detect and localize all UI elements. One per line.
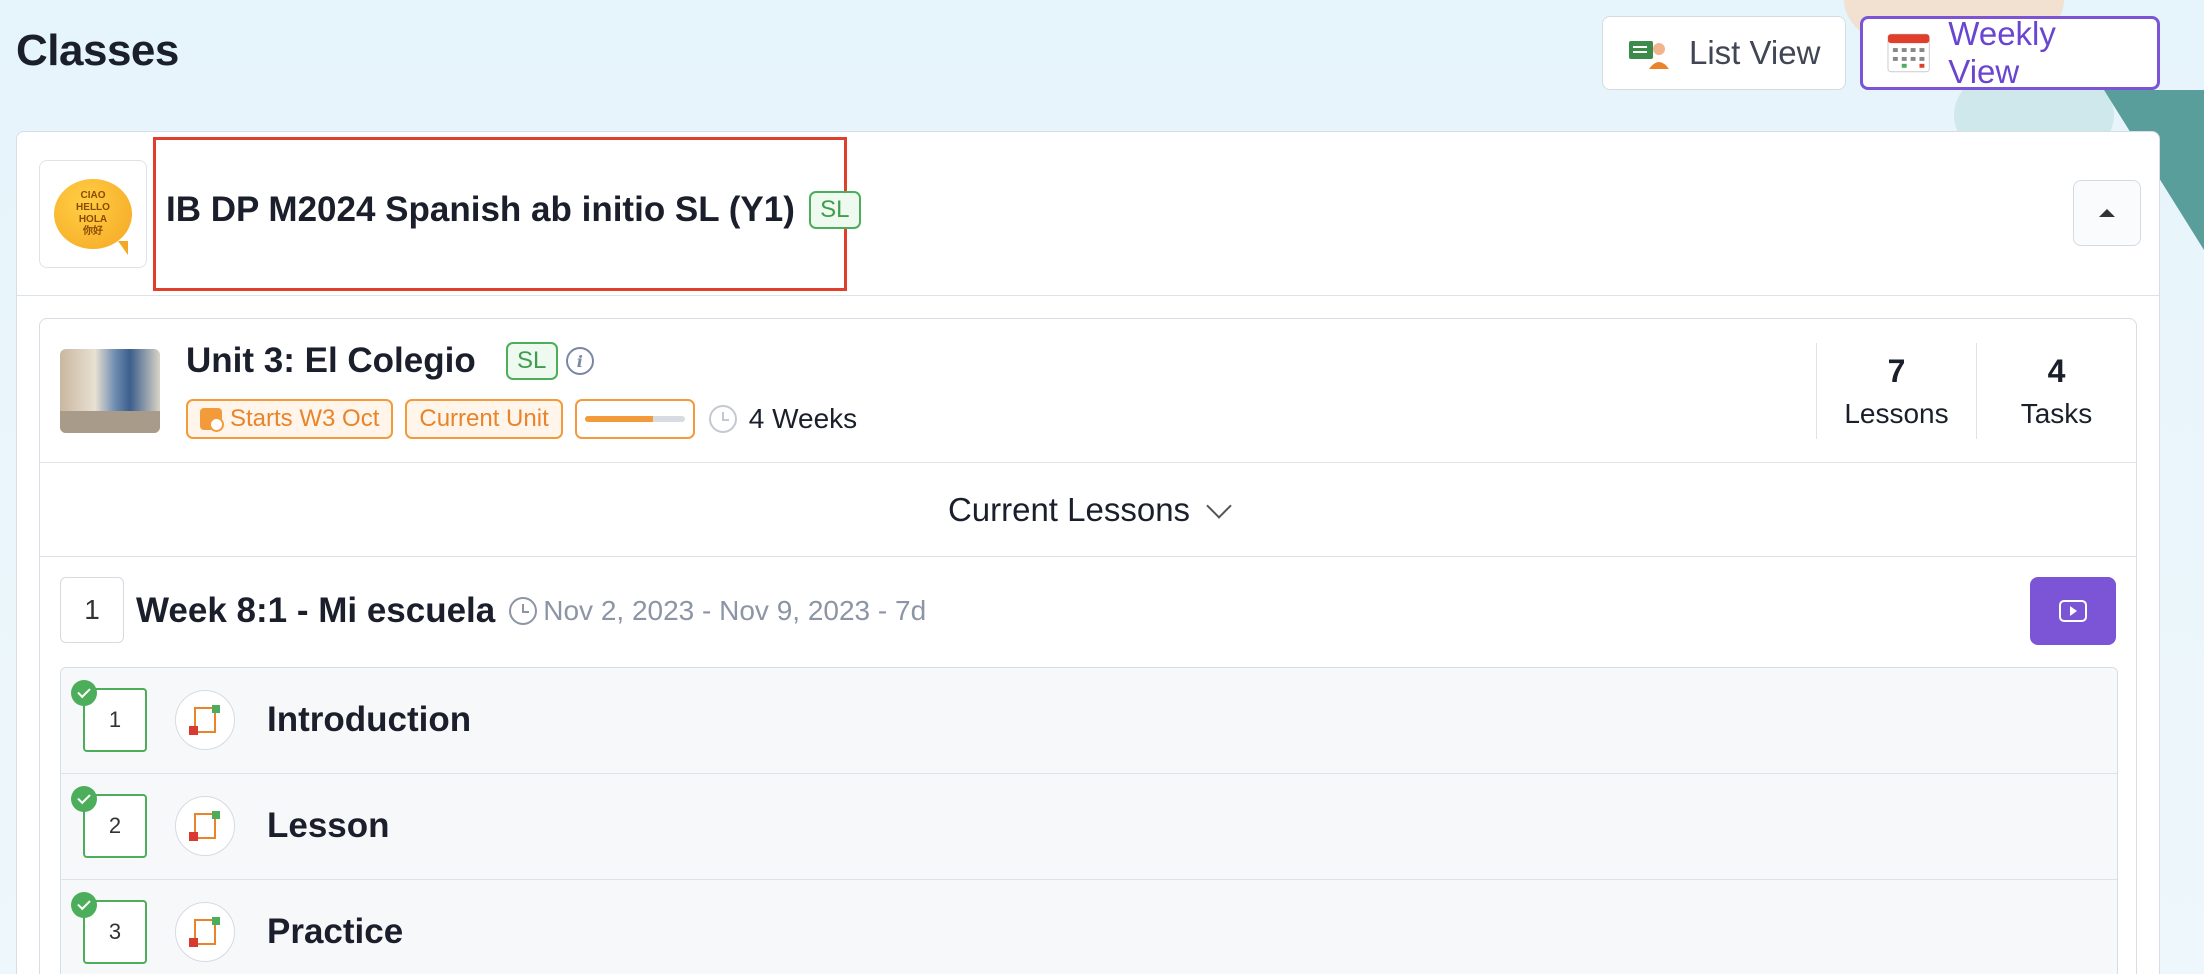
week-dates: Nov 2, 2023 - Nov 9, 2023 - 7d bbox=[507, 595, 926, 627]
level-badge: SL bbox=[505, 342, 558, 380]
week-title[interactable]: Week 8:1 - Mi escuela Nov 2, 2023 - Nov … bbox=[136, 591, 926, 631]
page-title: Classes bbox=[16, 26, 179, 75]
week-number: 1 bbox=[60, 577, 124, 643]
level-badge: SL bbox=[808, 191, 861, 229]
caret-up-icon bbox=[2099, 209, 2115, 217]
lesson-title: Introduction bbox=[267, 700, 472, 739]
stat-value: 7 bbox=[1887, 352, 1906, 389]
lesson-list: 1 Introduction 2 Lesson 3 Practice bbox=[60, 667, 2118, 974]
unit-panel: Unit 3: El Colegio SL i Starts W3 Oct Cu… bbox=[39, 318, 2137, 974]
weekly-view-label: Weekly View bbox=[1948, 15, 2056, 90]
clock-icon bbox=[708, 405, 737, 433]
check-icon bbox=[71, 786, 97, 812]
speech-bubble-icon: CIAO HELLO HOLA 你好 bbox=[54, 179, 132, 255]
lesson-title: Practice bbox=[267, 912, 404, 951]
current-lessons-toggle[interactable]: Current Lessons bbox=[40, 463, 2136, 557]
unit-duration: 4 Weeks bbox=[748, 403, 858, 434]
lesson-row[interactable]: 3 Practice bbox=[61, 880, 2117, 974]
clock-icon bbox=[509, 597, 538, 625]
class-header: CIAO HELLO HOLA 你好 IB DP M2024 Spanish a… bbox=[17, 132, 2159, 296]
class-title-text: IB DP M2024 Spanish ab initio SL (Y1) bbox=[166, 190, 795, 229]
lesson-type-icon bbox=[175, 902, 235, 962]
stat-lessons: 7 Lessons bbox=[1816, 343, 1976, 439]
info-icon[interactable]: i bbox=[565, 347, 594, 375]
week-title-text: Week 8:1 - Mi escuela bbox=[136, 591, 496, 630]
class-card: CIAO HELLO HOLA 你好 IB DP M2024 Spanish a… bbox=[16, 131, 2160, 974]
weekly-view-button[interactable]: Weekly View bbox=[1860, 15, 2160, 90]
list-view-label: List View bbox=[1689, 34, 1821, 71]
calendar-icon bbox=[1887, 33, 1930, 73]
progress-fill bbox=[584, 416, 653, 422]
play-icon bbox=[2059, 600, 2087, 622]
stat-value: 4 bbox=[2047, 352, 2066, 389]
stat-label: Tasks bbox=[2020, 397, 2093, 429]
lesson-type-icon bbox=[175, 690, 235, 750]
progress-chip bbox=[574, 399, 695, 439]
lesson-row[interactable]: 2 Lesson bbox=[61, 774, 2117, 880]
start-date-chip: Starts W3 Oct bbox=[186, 399, 394, 439]
unit-thumbnail bbox=[60, 349, 160, 433]
list-view-icon bbox=[1629, 41, 1669, 69]
class-logo: CIAO HELLO HOLA 你好 bbox=[39, 160, 147, 268]
lesson-type-icon bbox=[175, 796, 235, 856]
progress-bar bbox=[584, 416, 685, 422]
calendar-clock-icon bbox=[200, 408, 224, 432]
collapse-button[interactable] bbox=[2073, 180, 2141, 246]
unit-title-text: Unit 3: El Colegio bbox=[186, 341, 476, 380]
check-icon bbox=[71, 892, 97, 918]
stat-tasks: 4 Tasks bbox=[1976, 343, 2136, 439]
current-lessons-label: Current Lessons bbox=[947, 490, 1191, 528]
unit-title[interactable]: Unit 3: El Colegio SL i bbox=[186, 341, 594, 381]
check-icon bbox=[71, 680, 97, 706]
chevron-down-icon bbox=[1206, 492, 1232, 519]
class-title[interactable]: IB DP M2024 Spanish ab initio SL (Y1) SL bbox=[166, 190, 861, 230]
lesson-title: Lesson bbox=[267, 806, 390, 845]
lesson-row[interactable]: 1 Introduction bbox=[61, 668, 2117, 774]
status-chip: Current Unit bbox=[405, 399, 563, 439]
list-view-button[interactable]: List View bbox=[1602, 16, 1846, 90]
unit-header: Unit 3: El Colegio SL i Starts W3 Oct Cu… bbox=[40, 319, 2136, 463]
unit-stats: 7 Lessons 4 Tasks bbox=[1816, 343, 2136, 439]
week-row: 1 Week 8:1 - Mi escuela Nov 2, 2023 - No… bbox=[40, 557, 2136, 667]
unit-meta: Starts W3 Oct Current Unit 4 Weeks bbox=[186, 399, 857, 439]
play-video-button[interactable] bbox=[2030, 577, 2116, 645]
stat-label: Lessons bbox=[1844, 397, 1949, 429]
